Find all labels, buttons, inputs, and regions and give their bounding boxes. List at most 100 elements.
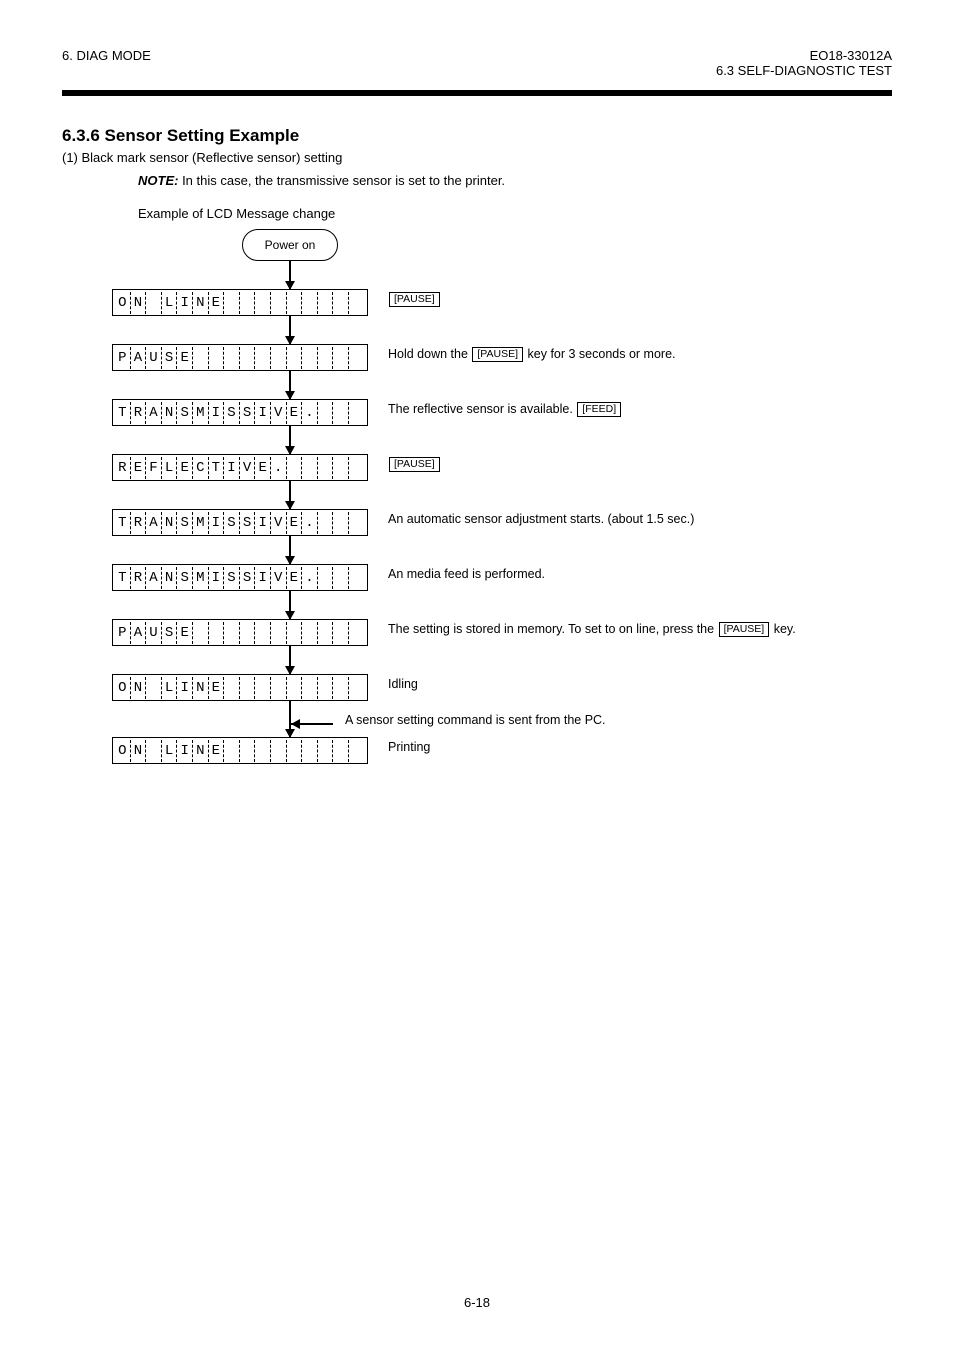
lcd-cell — [193, 347, 209, 369]
flow-label: [PAUSE] — [388, 454, 441, 473]
lcd-cell: . — [302, 402, 318, 424]
lcd-cell — [240, 622, 256, 644]
lcd-cell: I — [255, 402, 271, 424]
lcd-cell — [287, 457, 303, 479]
flow-label: An media feed is performed. — [388, 564, 545, 583]
lcd-cell: O — [115, 292, 131, 314]
lcd-cell: T — [209, 457, 225, 479]
lcd-display: ON LINE — [112, 674, 368, 701]
lcd-cell: A — [146, 567, 162, 589]
header-section-path: 6.3 SELF-DIAGNOSTIC TEST — [716, 63, 892, 78]
lcd-cell: A — [131, 622, 147, 644]
arrow-down — [289, 701, 291, 715]
lcd-cell: I — [209, 512, 225, 534]
lcd-cell — [240, 677, 256, 699]
lcd-cell: E — [177, 347, 193, 369]
lcd-cell: E — [287, 402, 303, 424]
lcd-display: TRANSMISSIVE. — [112, 564, 368, 591]
lcd-cell — [302, 292, 318, 314]
flow-label: An automatic sensor adjustment starts. (… — [388, 509, 694, 528]
lcd-cell: I — [177, 677, 193, 699]
lcd-cell — [193, 622, 209, 644]
lcd-cell — [349, 402, 365, 424]
lcd-cell: R — [131, 512, 147, 534]
lcd-cell: I — [255, 567, 271, 589]
lcd-cell — [224, 740, 240, 762]
lcd-cell — [333, 512, 349, 534]
lcd-cell: A — [146, 402, 162, 424]
lcd-cell — [349, 457, 365, 479]
arrow-down — [289, 316, 291, 344]
lcd-cell — [318, 457, 334, 479]
lcd-cell — [318, 677, 334, 699]
lcd-cell — [287, 740, 303, 762]
lcd-cell — [349, 567, 365, 589]
lcd-display: ON LINE — [112, 289, 368, 316]
lcd-cell: N — [162, 402, 178, 424]
lcd-cell: N — [193, 740, 209, 762]
lcd-cell: M — [193, 402, 209, 424]
keycap: [PAUSE] — [389, 457, 440, 472]
lcd-cell — [146, 292, 162, 314]
flow-label: Idling — [388, 674, 418, 693]
lcd-cell: S — [162, 622, 178, 644]
lcd-display: PAUSE — [112, 619, 368, 646]
lcd-cell: R — [131, 402, 147, 424]
lcd-cell: S — [240, 402, 256, 424]
lcd-cell: I — [209, 567, 225, 589]
header-doc-id: EO18-33012A — [716, 48, 892, 63]
lcd-cell: S — [177, 402, 193, 424]
lcd-cell: V — [271, 402, 287, 424]
arrow-down — [289, 591, 291, 619]
lcd-cell: R — [115, 457, 131, 479]
flow-row: PAUSE Hold down the [PAUSE] key for 3 se… — [112, 344, 862, 371]
lcd-cell: I — [255, 512, 271, 534]
lcd-cell: S — [224, 402, 240, 424]
lcd-cell: I — [224, 457, 240, 479]
lcd-cell — [318, 740, 334, 762]
lcd-cell — [240, 347, 256, 369]
lcd-cell — [333, 567, 349, 589]
lcd-cell: N — [131, 292, 147, 314]
page-number: 6-18 — [0, 1295, 954, 1310]
lcd-cell: E — [255, 457, 271, 479]
lcd-cell — [302, 677, 318, 699]
lcd-cell — [146, 677, 162, 699]
lcd-cell — [271, 622, 287, 644]
flow-row: ON LINE Idling — [112, 674, 862, 701]
lcd-cell — [240, 740, 256, 762]
lcd-cell — [318, 292, 334, 314]
flow-label: The setting is stored in memory. To set … — [388, 619, 796, 638]
keycap: [PAUSE] — [472, 347, 523, 362]
lcd-cell — [349, 292, 365, 314]
arrow-down — [289, 536, 291, 564]
lcd-display: TRANSMISSIVE. — [112, 399, 368, 426]
flow-label: [PAUSE] — [388, 289, 441, 308]
lcd-cell — [255, 622, 271, 644]
lcd-cell: N — [131, 677, 147, 699]
lcd-cell — [349, 677, 365, 699]
lcd-cell — [255, 347, 271, 369]
lcd-cell: E — [131, 457, 147, 479]
lcd-cell — [271, 292, 287, 314]
lcd-cell: U — [146, 347, 162, 369]
flow-label: Printing — [388, 737, 430, 756]
lcd-cell: P — [115, 622, 131, 644]
lcd-cell — [333, 347, 349, 369]
lcd-cell: L — [162, 677, 178, 699]
lcd-cell: N — [131, 740, 147, 762]
lcd-cell: F — [146, 457, 162, 479]
lcd-cell — [146, 740, 162, 762]
flow-row: TRANSMISSIVE. An media feed is performed… — [112, 564, 862, 591]
lcd-cell: U — [146, 622, 162, 644]
lcd-cell — [209, 622, 225, 644]
lcd-cell — [318, 512, 334, 534]
lcd-cell: L — [162, 740, 178, 762]
lcd-cell: N — [193, 292, 209, 314]
lcd-cell: L — [162, 292, 178, 314]
lcd-cell: T — [115, 402, 131, 424]
lcd-cell — [302, 622, 318, 644]
flow-row: ON LINE [PAUSE] — [112, 289, 862, 316]
flow-row: PAUSE The setting is stored in memory. T… — [112, 619, 862, 646]
lcd-cell: S — [162, 347, 178, 369]
